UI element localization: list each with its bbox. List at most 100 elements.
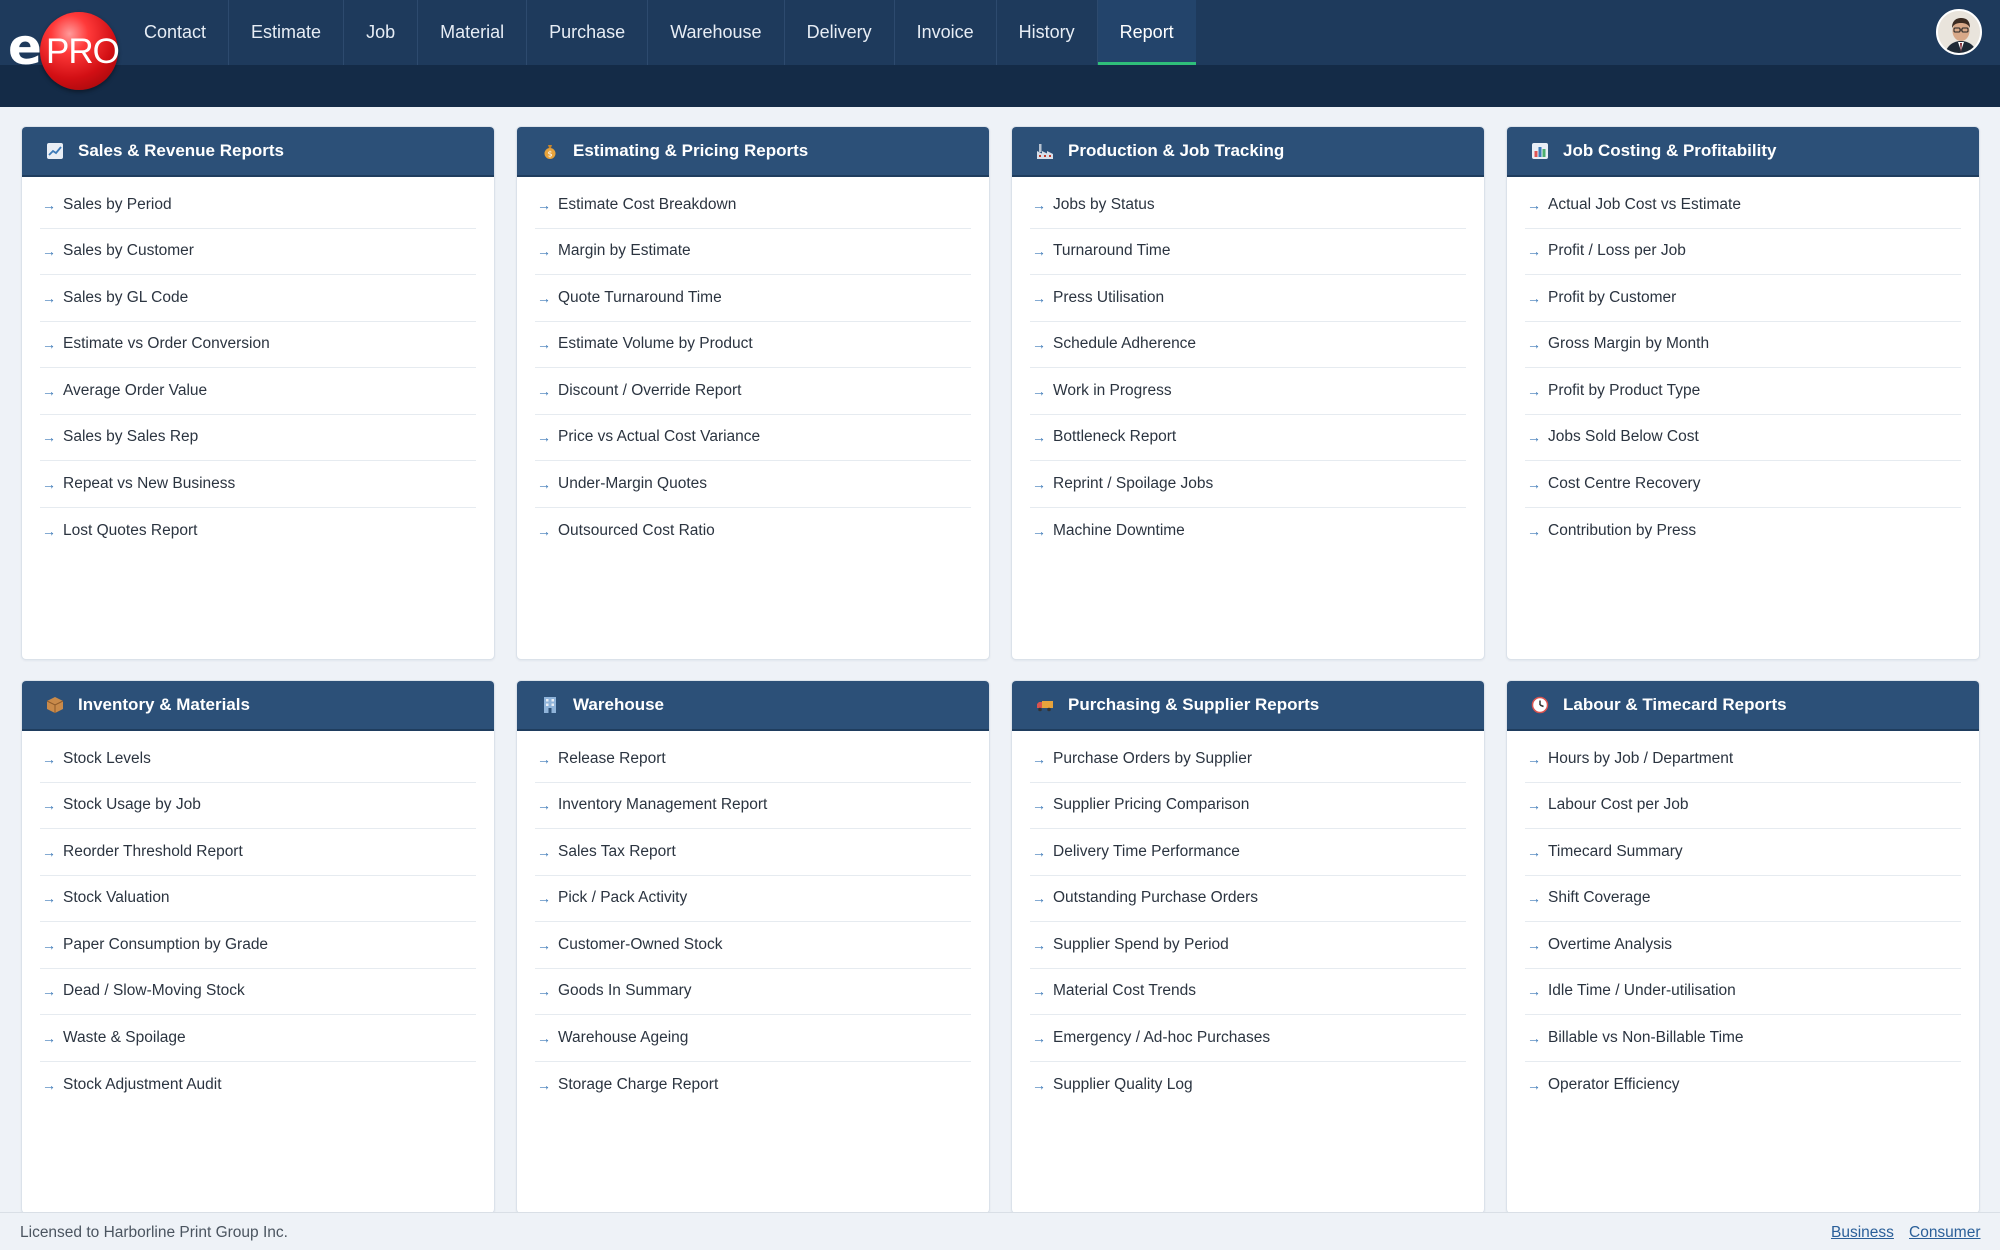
report-link[interactable]: → Operator Efficiency	[1525, 1062, 1961, 1109]
report-link[interactable]: → Material Cost Trends	[1030, 969, 1466, 1015]
report-link[interactable]: → Sales by Customer	[40, 229, 476, 275]
report-link[interactable]: → Average Order Value	[40, 368, 476, 415]
report-link[interactable]: → Press Utilisation	[1030, 275, 1466, 322]
report-link[interactable]: → Supplier Spend by Period	[1030, 922, 1466, 969]
arrow-right-icon: →	[1527, 936, 1541, 953]
report-link[interactable]: → Purchase Orders by Supplier	[1030, 736, 1466, 783]
building-icon	[541, 696, 559, 714]
arrow-right-icon: →	[42, 382, 56, 399]
report-link[interactable]: → Sales by GL Code	[40, 275, 476, 322]
report-link[interactable]: → Idle Time / Under-utilisation	[1525, 969, 1961, 1015]
nav-material[interactable]: Material	[418, 0, 528, 65]
report-list: → Actual Job Cost vs Estimate → Profit / L…	[1507, 182, 1979, 554]
report-link[interactable]: → Gross Margin by Month	[1525, 322, 1961, 368]
report-link[interactable]: → Estimate Volume by Product	[535, 322, 971, 368]
report-link[interactable]: → Turnaround Time	[1030, 229, 1466, 275]
report-link[interactable]: → Quote Turnaround Time	[535, 275, 971, 322]
epro-logo[interactable]: e PRO	[6, 8, 120, 90]
report-link[interactable]: → Supplier Quality Log	[1030, 1062, 1466, 1109]
nav-contact[interactable]: Contact	[122, 0, 230, 65]
business-link[interactable]: Business	[1831, 1224, 1894, 1242]
report-link[interactable]: → Sales by Period	[40, 182, 476, 229]
report-link[interactable]: → Jobs by Status	[1030, 182, 1466, 229]
report-card-sales-revenue: Sales & Revenue Reports → Sales by Period…	[21, 126, 495, 660]
report-link[interactable]: → Outstanding Purchase Orders	[1030, 876, 1466, 922]
report-link[interactable]: → Billable vs Non-Billable Time	[1525, 1015, 1961, 1062]
report-link[interactable]: → Jobs Sold Below Cost	[1525, 415, 1961, 461]
report-link[interactable]: → Goods In Summary	[535, 969, 971, 1015]
arrow-right-icon: →	[42, 843, 56, 860]
report-link[interactable]: → Cost Centre Recovery	[1525, 461, 1961, 508]
nav-purchase[interactable]: Purchase	[527, 0, 649, 65]
report-link[interactable]: → Waste & Spoilage	[40, 1015, 476, 1062]
report-link[interactable]: → Work in Progress	[1030, 368, 1466, 415]
report-link[interactable]: → Outsourced Cost Ratio	[535, 508, 971, 555]
report-link[interactable]: → Overtime Analysis	[1525, 922, 1961, 969]
report-link[interactable]: → Reorder Threshold Report	[40, 829, 476, 876]
arrow-right-icon: →	[1527, 843, 1541, 860]
card-title: Production & Job Tracking	[1068, 141, 1285, 160]
report-list: → Jobs by Status → Turnaround Time → Press …	[1012, 182, 1484, 554]
nav-delivery[interactable]: Delivery	[785, 0, 895, 65]
report-link[interactable]: → Emergency / Ad-hoc Purchases	[1030, 1015, 1466, 1062]
report-link[interactable]: → Stock Adjustment Audit	[40, 1062, 476, 1109]
user-avatar[interactable]	[1936, 9, 1982, 55]
nav-report[interactable]: Report	[1097, 0, 1196, 65]
card-title: Labour & Timecard Reports	[1563, 695, 1787, 714]
report-link[interactable]: → Release Report	[535, 736, 971, 783]
logo-e: e	[8, 18, 42, 76]
report-link[interactable]: → Labour Cost per Job	[1525, 783, 1961, 829]
report-link[interactable]: → Reprint / Spoilage Jobs	[1030, 461, 1466, 508]
report-link[interactable]: → Supplier Pricing Comparison	[1030, 783, 1466, 829]
nav-estimate[interactable]: Estimate	[229, 0, 345, 65]
arrow-right-icon: →	[537, 289, 551, 306]
report-link[interactable]: → Under-Margin Quotes	[535, 461, 971, 508]
report-link[interactable]: → Storage Charge Report	[535, 1062, 971, 1109]
money-bag-icon: $	[541, 142, 559, 160]
report-link[interactable]: → Timecard Summary	[1525, 829, 1961, 876]
report-link[interactable]: → Warehouse Ageing	[535, 1015, 971, 1062]
arrow-right-icon: →	[537, 522, 551, 539]
report-link[interactable]: → Repeat vs New Business	[40, 461, 476, 508]
report-link[interactable]: → Schedule Adherence	[1030, 322, 1466, 368]
report-link[interactable]: → Estimate Cost Breakdown	[535, 182, 971, 229]
report-link[interactable]: → Paper Consumption by Grade	[40, 922, 476, 969]
report-link[interactable]: → Stock Usage by Job	[40, 783, 476, 829]
report-link[interactable]: → Customer-Owned Stock	[535, 922, 971, 969]
report-link[interactable]: → Contribution by Press	[1525, 508, 1961, 555]
report-link[interactable]: → Machine Downtime	[1030, 508, 1466, 555]
card-title: Job Costing & Profitability	[1563, 141, 1777, 160]
report-link[interactable]: → Actual Job Cost vs Estimate	[1525, 182, 1961, 229]
nav-history[interactable]: History	[997, 0, 1098, 65]
nav-job[interactable]: Job	[344, 0, 419, 65]
arrow-right-icon: →	[1527, 289, 1541, 306]
report-link[interactable]: → Bottleneck Report	[1030, 415, 1466, 461]
consumer-link[interactable]: Consumer	[1909, 1224, 1981, 1242]
report-link[interactable]: → Estimate vs Order Conversion	[40, 322, 476, 368]
nav-invoice[interactable]: Invoice	[895, 0, 997, 65]
report-link[interactable]: → Delivery Time Performance	[1030, 829, 1466, 876]
arrow-right-icon: →	[537, 750, 551, 767]
arrow-right-icon: →	[1032, 936, 1046, 953]
report-link[interactable]: → Dead / Slow-Moving Stock	[40, 969, 476, 1015]
report-link[interactable]: → Margin by Estimate	[535, 229, 971, 275]
report-link[interactable]: → Stock Levels	[40, 736, 476, 783]
arrow-right-icon: →	[1032, 1076, 1046, 1093]
report-link[interactable]: → Sales Tax Report	[535, 829, 971, 876]
report-link[interactable]: → Stock Valuation	[40, 876, 476, 922]
arrow-right-icon: →	[1527, 983, 1541, 1000]
card-header: $ Estimating & Pricing Reports	[517, 127, 989, 177]
truck-icon	[1036, 696, 1054, 714]
report-link[interactable]: → Pick / Pack Activity	[535, 876, 971, 922]
report-link[interactable]: → Discount / Override Report	[535, 368, 971, 415]
report-link[interactable]: → Shift Coverage	[1525, 876, 1961, 922]
report-link[interactable]: → Lost Quotes Report	[40, 508, 476, 555]
report-link[interactable]: → Profit / Loss per Job	[1525, 229, 1961, 275]
report-link[interactable]: → Profit by Product Type	[1525, 368, 1961, 415]
report-link[interactable]: → Profit by Customer	[1525, 275, 1961, 322]
report-link[interactable]: → Inventory Management Report	[535, 783, 971, 829]
nav-warehouse[interactable]: Warehouse	[648, 0, 785, 65]
report-link[interactable]: → Sales by Sales Rep	[40, 415, 476, 461]
report-link[interactable]: → Price vs Actual Cost Variance	[535, 415, 971, 461]
report-link[interactable]: → Hours by Job / Department	[1525, 736, 1961, 783]
